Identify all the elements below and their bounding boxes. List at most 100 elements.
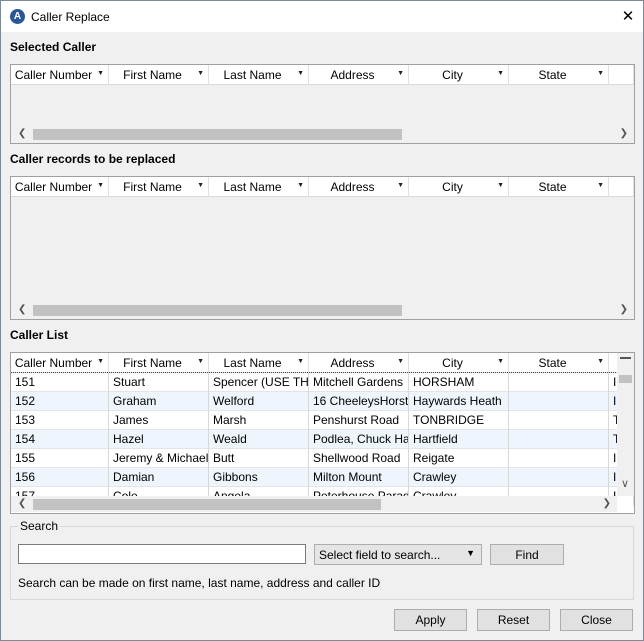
scroll-right-icon[interactable]: ❯ bbox=[620, 128, 628, 139]
caller-list-grid[interactable]: Caller Number ▼ First Name ▼ Last Name ▼ Addre… bbox=[10, 352, 635, 514]
scroll-left-icon[interactable]: ❮ bbox=[18, 304, 26, 315]
table-cell: Penshurst Road bbox=[309, 411, 409, 430]
table-cell: 155 bbox=[11, 449, 109, 468]
scroll-left-icon[interactable]: ❮ bbox=[18, 498, 26, 509]
scroll-thumb[interactable] bbox=[33, 305, 402, 316]
table-row[interactable]: 151 Stuart Spencer (USE TH Mitchell Gardens… bbox=[11, 372, 634, 393]
column-header-label: Address bbox=[330, 180, 375, 194]
scroll-top-marker bbox=[620, 357, 631, 359]
close-button[interactable]: Close bbox=[560, 609, 633, 631]
table-row[interactable]: 155 Jeremy & Michael Butt Shellwood Road Rei… bbox=[11, 449, 634, 468]
caller-replace-window: A Caller Replace ✕ Selected Caller Calle… bbox=[0, 0, 644, 641]
window-title: Caller Replace bbox=[31, 10, 110, 24]
scroll-left-icon[interactable]: ❮ bbox=[18, 128, 26, 139]
scroll-thumb[interactable] bbox=[33, 129, 402, 140]
column-header[interactable]: State ▼ bbox=[509, 65, 609, 85]
scroll-down-icon[interactable]: ∨ bbox=[621, 477, 629, 490]
vertical-scrollbar[interactable]: ∨ bbox=[617, 353, 634, 496]
filter-dropdown-icon[interactable]: ▼ bbox=[197, 358, 204, 365]
filter-dropdown-icon[interactable]: ▼ bbox=[597, 358, 604, 365]
column-header[interactable]: Caller Number ▼ bbox=[11, 177, 109, 197]
horizontal-scrollbar[interactable]: ❮ ❯ bbox=[11, 496, 617, 512]
filter-dropdown-icon[interactable]: ▼ bbox=[97, 358, 104, 365]
filter-dropdown-icon[interactable]: ▼ bbox=[97, 182, 104, 189]
table-cell: 156 bbox=[11, 468, 109, 487]
records-to-replace-grid[interactable]: Caller Number ▼ First Name ▼ Last Name ▼ Addre… bbox=[10, 176, 635, 320]
filter-dropdown-icon[interactable]: ▼ bbox=[397, 182, 404, 189]
title-bar: A Caller Replace ✕ bbox=[1, 1, 643, 32]
column-header-label: Caller Number bbox=[14, 356, 93, 370]
column-header[interactable]: Caller Number ▼ bbox=[11, 65, 109, 85]
table-cell bbox=[509, 449, 609, 468]
scroll-thumb[interactable] bbox=[33, 499, 381, 510]
search-hint: Search can be made on first name, last n… bbox=[18, 576, 381, 590]
table-cell: Crawley bbox=[409, 468, 509, 487]
records-to-replace-label: Caller records to be replaced bbox=[10, 152, 176, 166]
column-header[interactable]: Last Name ▼ bbox=[209, 353, 309, 373]
column-header[interactable]: First Name ▼ bbox=[109, 65, 209, 85]
search-input[interactable] bbox=[18, 544, 306, 564]
filter-dropdown-icon[interactable]: ▼ bbox=[297, 358, 304, 365]
table-cell: Podlea, Chuck Ha bbox=[309, 430, 409, 449]
table-cell: Jeremy & Michael bbox=[109, 449, 209, 468]
column-header[interactable]: State ▼ bbox=[509, 353, 609, 373]
filter-dropdown-icon[interactable]: ▼ bbox=[597, 182, 604, 189]
column-header-label: First Name bbox=[123, 356, 182, 370]
horizontal-scrollbar[interactable]: ❮ ❯ bbox=[11, 302, 634, 318]
column-header-label: Last Name bbox=[223, 68, 282, 82]
column-header[interactable]: Caller Number ▼ bbox=[11, 353, 109, 373]
table-cell bbox=[509, 392, 609, 411]
table-cell: Weald bbox=[209, 430, 309, 449]
column-header-label: State bbox=[538, 180, 567, 194]
table-cell: 153 bbox=[11, 411, 109, 430]
filter-dropdown-icon[interactable]: ▼ bbox=[597, 70, 604, 77]
vertical-scroll-thumb[interactable] bbox=[619, 375, 632, 383]
filter-dropdown-icon[interactable]: ▼ bbox=[497, 182, 504, 189]
reset-button[interactable]: Reset bbox=[477, 609, 550, 631]
column-header-label: City bbox=[442, 356, 463, 370]
column-header[interactable]: City ▼ bbox=[409, 353, 509, 373]
column-header[interactable]: Address ▼ bbox=[309, 65, 409, 85]
table-cell: HORSHAM bbox=[409, 373, 509, 392]
column-header-label: State bbox=[538, 356, 567, 370]
column-header[interactable]: Last Name ▼ bbox=[209, 177, 309, 197]
filter-dropdown-icon[interactable]: ▼ bbox=[397, 70, 404, 77]
apply-button[interactable]: Apply bbox=[394, 609, 467, 631]
search-field-select[interactable]: Select field to search... ▼ bbox=[314, 544, 482, 565]
scroll-right-icon[interactable]: ❯ bbox=[603, 498, 611, 509]
filter-dropdown-icon[interactable]: ▼ bbox=[497, 358, 504, 365]
table-cell: Milton Mount bbox=[309, 468, 409, 487]
chevron-down-icon: ▼ bbox=[466, 548, 475, 558]
table-cell: Gibbons bbox=[209, 468, 309, 487]
filter-dropdown-icon[interactable]: ▼ bbox=[497, 70, 504, 77]
search-legend: Search bbox=[18, 519, 61, 533]
column-header[interactable]: City ▼ bbox=[409, 177, 509, 197]
filter-dropdown-icon[interactable]: ▼ bbox=[297, 182, 304, 189]
selected-caller-grid[interactable]: Caller Number ▼ First Name ▼ Last Name ▼ Addre… bbox=[10, 64, 635, 144]
column-header-label: City bbox=[442, 68, 463, 82]
table-cell: Reigate bbox=[409, 449, 509, 468]
find-button[interactable]: Find bbox=[490, 544, 564, 565]
filter-dropdown-icon[interactable]: ▼ bbox=[97, 70, 104, 77]
window-close-icon[interactable]: ✕ bbox=[613, 1, 643, 32]
column-header[interactable]: First Name ▼ bbox=[109, 177, 209, 197]
column-header-label: Caller Number bbox=[14, 68, 93, 82]
table-row[interactable]: 156 Damian Gibbons Milton Mount Crawley I bbox=[11, 468, 634, 487]
column-header[interactable]: Address ▼ bbox=[309, 353, 409, 373]
scroll-right-icon[interactable]: ❯ bbox=[620, 304, 628, 315]
column-header[interactable]: City ▼ bbox=[409, 65, 509, 85]
filter-dropdown-icon[interactable]: ▼ bbox=[197, 70, 204, 77]
table-row[interactable]: 152 Graham Welford 16 CheeleysHorst Haywards… bbox=[11, 392, 634, 411]
column-header[interactable]: Last Name ▼ bbox=[209, 65, 309, 85]
filter-dropdown-icon[interactable]: ▼ bbox=[397, 358, 404, 365]
selected-caller-label: Selected Caller bbox=[10, 40, 97, 54]
table-row[interactable]: 154HazelWealdPodlea, Chuck HaHartfieldT bbox=[11, 430, 634, 449]
filter-dropdown-icon[interactable]: ▼ bbox=[297, 70, 304, 77]
horizontal-scrollbar[interactable]: ❮ ❯ bbox=[11, 126, 634, 142]
filter-dropdown-icon[interactable]: ▼ bbox=[197, 182, 204, 189]
column-header[interactable]: First Name ▼ bbox=[109, 353, 209, 373]
column-header[interactable]: State ▼ bbox=[509, 177, 609, 197]
search-field-select-value: Select field to search... bbox=[319, 548, 441, 562]
column-header[interactable]: Address ▼ bbox=[309, 177, 409, 197]
table-row[interactable]: 153JamesMarshPenshurst RoadTONBRIDGET bbox=[11, 411, 634, 430]
